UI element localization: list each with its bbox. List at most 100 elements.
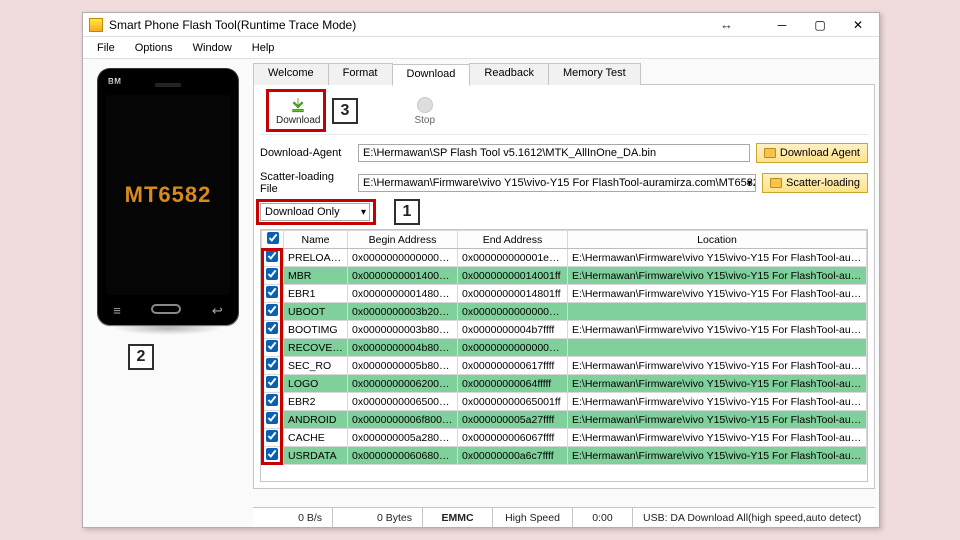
cell-location bbox=[568, 303, 867, 321]
tab-download[interactable]: Download bbox=[392, 64, 471, 86]
menubar: File Options Window Help bbox=[83, 37, 879, 59]
tab-readback[interactable]: Readback bbox=[469, 63, 549, 85]
minimize-button[interactable]: ─ bbox=[763, 14, 801, 36]
status-storage: EMMC bbox=[423, 508, 493, 527]
table-row[interactable]: ANDROID0x0000000006f800000x000000005a27f… bbox=[262, 411, 867, 429]
menu-options[interactable]: Options bbox=[125, 40, 183, 56]
da-field[interactable]: E:\Hermawan\SP Flash Tool v5.1612\MTK_Al… bbox=[358, 144, 750, 162]
cell-end: 0x0000000004b7ffff bbox=[458, 321, 568, 339]
cell-name: EBR1 bbox=[284, 285, 348, 303]
download-arrow-icon bbox=[288, 95, 308, 115]
scatter-browse-button[interactable]: Scatter-loading bbox=[762, 173, 868, 193]
cell-location: E:\Hermawan\Firmware\vivo Y15\vivo-Y15 F… bbox=[568, 249, 867, 267]
cell-end: 0x00000000a6c7ffff bbox=[458, 447, 568, 465]
cell-begin: 0x0000000006f80000 bbox=[348, 411, 458, 429]
cell-end: 0x000000006067ffff bbox=[458, 429, 568, 447]
row-checkbox[interactable] bbox=[266, 250, 278, 262]
download-button-label: Download bbox=[276, 115, 320, 126]
table-row[interactable]: LOGO0x00000000062000000x00000000064fffff… bbox=[262, 375, 867, 393]
cell-end: 0x000000005a27ffff bbox=[458, 411, 568, 429]
row-checkbox[interactable] bbox=[266, 430, 278, 442]
cell-location: E:\Hermawan\Firmware\vivo Y15\vivo-Y15 F… bbox=[568, 357, 867, 375]
table-row[interactable]: BOOTIMG0x0000000003b800000x0000000004b7f… bbox=[262, 321, 867, 339]
status-speed: High Speed bbox=[493, 508, 573, 527]
row-checkbox[interactable] bbox=[266, 304, 278, 316]
cell-location bbox=[568, 339, 867, 357]
tab-welcome[interactable]: Welcome bbox=[253, 63, 329, 85]
cell-location: E:\Hermawan\Firmware\vivo Y15\vivo-Y15 F… bbox=[568, 411, 867, 429]
table-row[interactable]: CACHE0x000000005a2800000x000000006067fff… bbox=[262, 429, 867, 447]
row-checkbox[interactable] bbox=[266, 286, 278, 298]
table-row[interactable]: SEC_RO0x0000000005b800000x000000000617ff… bbox=[262, 357, 867, 375]
table-row[interactable]: EBR10x00000000014800000x00000000014801ff… bbox=[262, 285, 867, 303]
row-checkbox[interactable] bbox=[266, 358, 278, 370]
cell-begin: 0x0000000006200000 bbox=[348, 375, 458, 393]
cell-location: E:\Hermawan\Firmware\vivo Y15\vivo-Y15 F… bbox=[568, 447, 867, 465]
callout-1: 1 bbox=[394, 199, 420, 225]
table-row[interactable]: PRELOADER0x00000000000000000x00000000000… bbox=[262, 249, 867, 267]
scatter-field[interactable]: E:\Hermawan\Firmware\vivo Y15\vivo-Y15 F… bbox=[358, 174, 756, 192]
cell-name: CACHE bbox=[284, 429, 348, 447]
phone-preview: BM MT6582 ≡ ↩ bbox=[98, 69, 238, 325]
cell-name: MBR bbox=[284, 267, 348, 285]
table-row[interactable]: USRDATA0x00000000606800000x00000000a6c7f… bbox=[262, 447, 867, 465]
da-label: Download-Agent bbox=[260, 147, 352, 159]
folder-icon bbox=[770, 178, 782, 188]
select-all-checkbox[interactable] bbox=[267, 232, 279, 244]
cell-begin: 0x0000000001480000 bbox=[348, 285, 458, 303]
app-icon bbox=[89, 18, 103, 32]
row-checkbox[interactable] bbox=[266, 322, 278, 334]
menu-help[interactable]: Help bbox=[242, 40, 285, 56]
drag-handle-icon[interactable]: ↔ bbox=[720, 17, 733, 32]
table-row[interactable]: MBR0x00000000014000000x00000000014001ffE… bbox=[262, 267, 867, 285]
row-checkbox[interactable] bbox=[266, 412, 278, 424]
row-checkbox[interactable] bbox=[266, 268, 278, 280]
cell-location: E:\Hermawan\Firmware\vivo Y15\vivo-Y15 F… bbox=[568, 267, 867, 285]
window-title: Smart Phone Flash Tool(Runtime Trace Mod… bbox=[109, 18, 356, 32]
cell-end: 0x00000000014001ff bbox=[458, 267, 568, 285]
tab-format[interactable]: Format bbox=[328, 63, 393, 85]
tab-memory-test[interactable]: Memory Test bbox=[548, 63, 641, 85]
titlebar: Smart Phone Flash Tool(Runtime Trace Mod… bbox=[83, 13, 879, 37]
phone-screen: MT6582 bbox=[106, 95, 230, 295]
table-header-row: Name Begin Address End Address Location bbox=[262, 231, 867, 249]
row-checkbox[interactable] bbox=[266, 340, 278, 352]
table-row[interactable]: EBR20x00000000065000000x00000000065001ff… bbox=[262, 393, 867, 411]
download-button[interactable]: Download bbox=[276, 95, 320, 126]
menu-window[interactable]: Window bbox=[183, 40, 242, 56]
chip-label: MT6582 bbox=[125, 182, 212, 208]
stop-button[interactable]: Stop bbox=[414, 95, 435, 126]
cell-name: ANDROID bbox=[284, 411, 348, 429]
partition-table: Name Begin Address End Address Location … bbox=[260, 229, 868, 482]
stop-icon bbox=[417, 97, 433, 113]
scatter-row: Scatter-loading File E:\Hermawan\Firmwar… bbox=[260, 171, 868, 195]
back-icon: ↩ bbox=[212, 303, 223, 319]
close-button[interactable]: ✕ bbox=[839, 14, 877, 36]
phone-earpiece-icon bbox=[155, 83, 181, 87]
status-usb: USB: DA Download All(high speed,auto det… bbox=[633, 508, 875, 527]
maximize-button[interactable]: ▢ bbox=[801, 14, 839, 36]
table-row[interactable]: UBOOT0x0000000003b200000x000000000000000… bbox=[262, 303, 867, 321]
col-end[interactable]: End Address bbox=[458, 231, 568, 249]
row-checkbox[interactable] bbox=[266, 448, 278, 460]
home-icon bbox=[151, 304, 181, 314]
table-row[interactable]: RECOVERY0x0000000004b800000x000000000000… bbox=[262, 339, 867, 357]
cell-end: 0x00000000065001ff bbox=[458, 393, 568, 411]
download-agent-row: Download-Agent E:\Hermawan\SP Flash Tool… bbox=[260, 143, 868, 163]
col-begin[interactable]: Begin Address bbox=[348, 231, 458, 249]
cell-begin: 0x0000000004b80000 bbox=[348, 339, 458, 357]
cell-begin: 0x000000005a280000 bbox=[348, 429, 458, 447]
col-name[interactable]: Name bbox=[284, 231, 348, 249]
col-select[interactable] bbox=[262, 231, 284, 249]
cell-begin: 0x0000000000000000 bbox=[348, 249, 458, 267]
phone-brand: BM bbox=[108, 77, 121, 86]
menu-file[interactable]: File bbox=[87, 40, 125, 56]
cell-location: E:\Hermawan\Firmware\vivo Y15\vivo-Y15 F… bbox=[568, 429, 867, 447]
row-checkbox[interactable] bbox=[266, 376, 278, 388]
cell-end: 0x00000000064fffff bbox=[458, 375, 568, 393]
row-checkbox[interactable] bbox=[266, 394, 278, 406]
scatter-browse-label: Scatter-loading bbox=[786, 177, 860, 189]
da-browse-button[interactable]: Download Agent bbox=[756, 143, 868, 163]
mode-combo[interactable]: Download Only bbox=[260, 203, 370, 221]
col-location[interactable]: Location bbox=[568, 231, 867, 249]
